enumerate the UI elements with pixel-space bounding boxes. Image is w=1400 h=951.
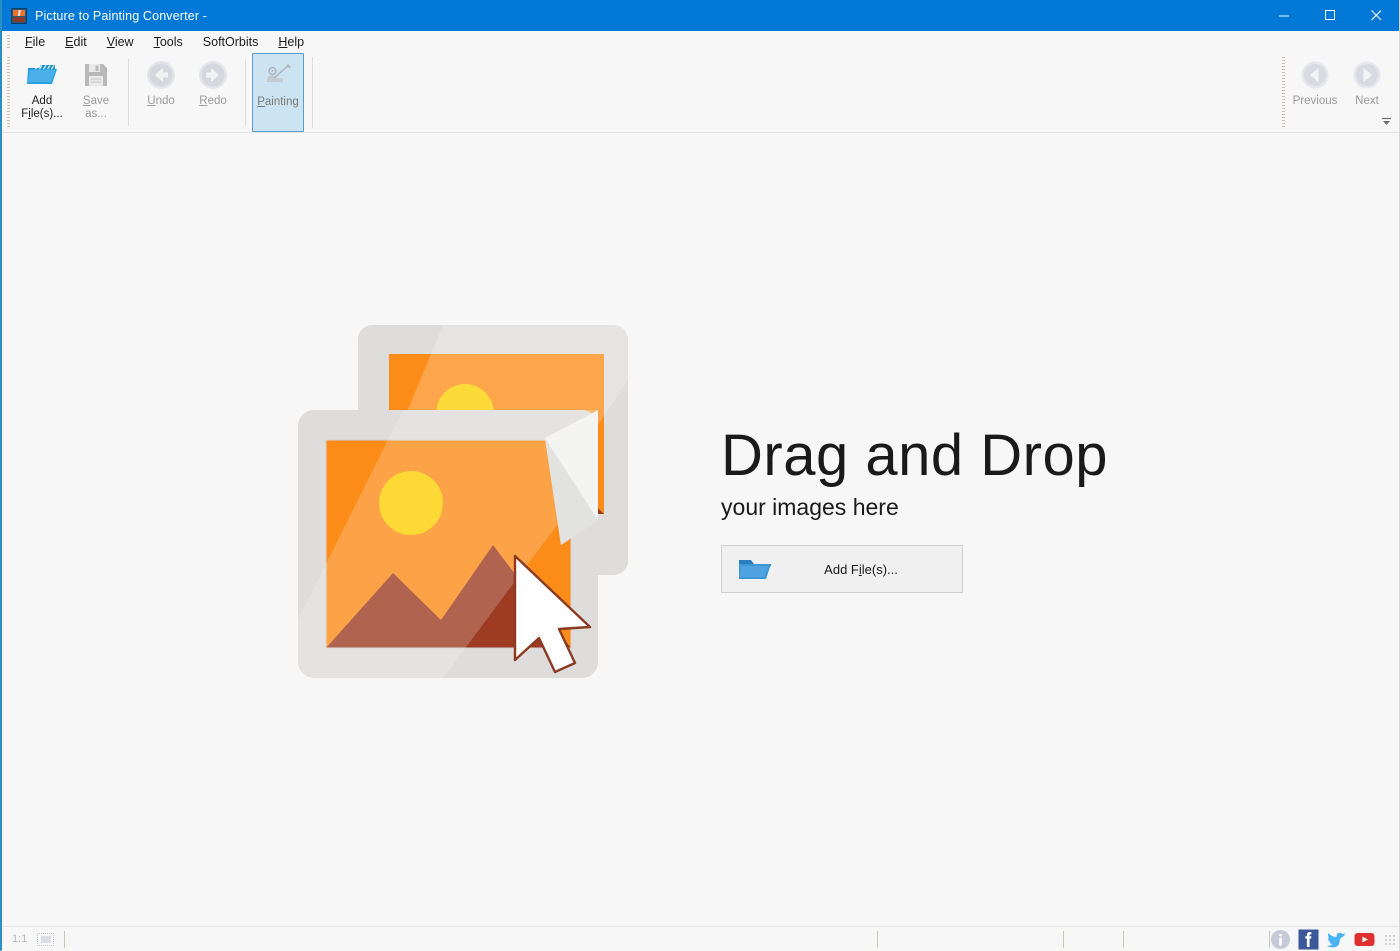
main-content-area: Drag and Drop your images here Add File(… <box>2 133 1399 926</box>
info-circle-icon[interactable] <box>1270 929 1291 950</box>
floppy-disk-icon <box>82 58 110 92</box>
status-separator-2 <box>877 931 878 948</box>
ribbon-panel-edge <box>312 57 313 128</box>
window-title: Picture to Painting Converter - <box>35 9 207 23</box>
ribbon-primary-group: Add File(s)... <box>2 53 313 132</box>
menu-item-softorbits[interactable]: SoftOrbits <box>193 33 269 51</box>
drop-text-block: Drag and Drop your images here Add File(… <box>721 426 1108 614</box>
status-separator-3 <box>1063 931 1064 948</box>
add-files-main-button[interactable]: Add File(s)... <box>721 545 963 593</box>
ribbon-separator-2 <box>245 59 246 126</box>
application-window: Picture to Painting Converter - File Edi… <box>0 0 1400 951</box>
status-bar: 1:1 <box>2 926 1399 951</box>
close-button[interactable] <box>1353 0 1399 31</box>
drag-drop-photos-illustration <box>293 320 693 720</box>
menu-item-help[interactable]: Help <box>268 33 314 51</box>
painting-easel-icon <box>263 59 293 93</box>
menu-item-file[interactable]: File <box>15 33 55 51</box>
menu-item-view[interactable]: View <box>97 33 144 51</box>
save-as-button[interactable]: Save as... <box>70 53 122 132</box>
facebook-icon[interactable] <box>1298 929 1319 950</box>
resize-grip-icon[interactable] <box>1383 933 1396 946</box>
menu-item-edit[interactable]: Edit <box>55 33 97 51</box>
status-separator-1 <box>64 931 65 948</box>
painting-label: Painting <box>257 96 299 109</box>
redo-arrow-icon <box>198 58 228 92</box>
redo-button[interactable]: Redo <box>187 53 239 132</box>
menu-bar: File Edit View Tools SoftOrbits Help <box>2 31 1399 53</box>
collapse-ribbon-chevron-icon[interactable] <box>1379 114 1393 128</box>
window-controls <box>1261 0 1399 31</box>
undo-label: Undo <box>147 95 175 108</box>
drop-title: Drag and Drop <box>721 426 1108 487</box>
previous-label: Previous <box>1293 95 1338 108</box>
previous-button[interactable]: Previous <box>1289 53 1341 132</box>
app-icon <box>11 8 27 24</box>
painting-button[interactable]: Painting <box>252 53 304 132</box>
next-label: Next <box>1355 95 1379 108</box>
title-bar: Picture to Painting Converter - <box>2 0 1399 31</box>
next-arrow-icon <box>1352 58 1382 92</box>
zoom-level-label: 1:1 <box>12 933 27 945</box>
undo-arrow-icon <box>146 58 176 92</box>
maximize-button[interactable] <box>1307 0 1353 31</box>
ribbon-toolbar: Add File(s)... <box>2 53 1399 133</box>
ribbon-grip-handle[interactable] <box>7 57 10 128</box>
menu-item-tools[interactable]: Tools <box>144 33 193 51</box>
social-links-group <box>1270 929 1379 950</box>
save-as-label: Save as... <box>83 95 109 121</box>
add-files-label: Add File(s)... <box>21 95 63 121</box>
menu-grip-handle[interactable] <box>7 35 10 49</box>
navigation-grip-handle[interactable] <box>1282 57 1285 128</box>
add-files-button[interactable]: Add File(s)... <box>14 53 70 132</box>
status-separator-4 <box>1123 931 1124 948</box>
undo-button[interactable]: Undo <box>135 53 187 132</box>
twitter-bird-icon[interactable] <box>1326 929 1347 950</box>
fit-to-window-icon[interactable] <box>37 933 54 946</box>
ribbon-separator-1 <box>128 59 129 126</box>
drop-zone[interactable]: Drag and Drop your images here Add File(… <box>293 320 1108 720</box>
redo-label: Redo <box>199 95 227 108</box>
previous-arrow-icon <box>1300 58 1330 92</box>
drop-subtitle: your images here <box>721 494 1108 521</box>
open-folder-icon <box>26 58 58 92</box>
add-files-main-label: Add File(s)... <box>722 562 962 577</box>
youtube-icon[interactable] <box>1354 929 1375 950</box>
minimize-button[interactable] <box>1261 0 1307 31</box>
